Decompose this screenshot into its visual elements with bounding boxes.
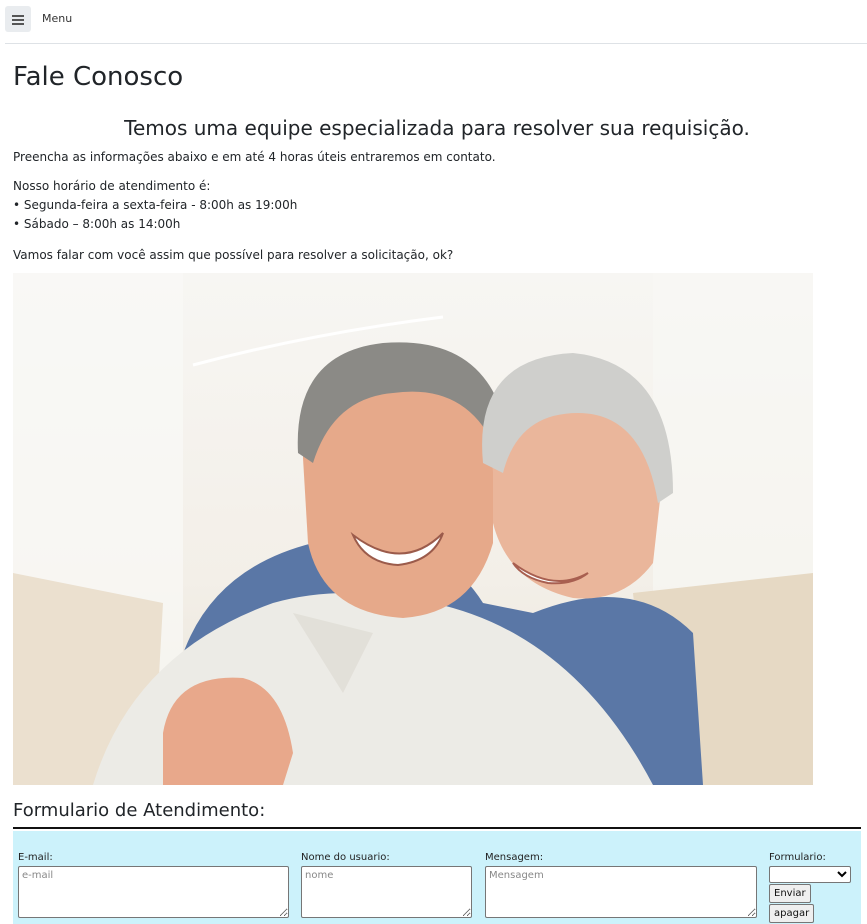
menu-label[interactable]: Menu bbox=[42, 12, 72, 25]
form-title: Formulario de Atendimento: bbox=[13, 800, 266, 821]
name-label: Nome do usuario: bbox=[301, 852, 390, 863]
hamburger-icon-line bbox=[12, 19, 24, 21]
page-subtitle: Temos uma equipe especializada para reso… bbox=[124, 116, 750, 140]
hours-weekdays: • Segunda-feira a sexta-feira - 8:00h as… bbox=[13, 198, 298, 212]
message-label: Mensagem: bbox=[485, 852, 544, 863]
hamburger-menu-button[interactable] bbox=[5, 6, 31, 32]
page-title: Fale Conosco bbox=[13, 62, 184, 92]
intro-text: Preencha as informações abaixo e em até … bbox=[13, 150, 496, 164]
couple-photo bbox=[13, 273, 813, 785]
form-type-label: Formulario: bbox=[769, 852, 826, 863]
name-field[interactable] bbox=[301, 866, 472, 918]
form-divider bbox=[13, 827, 861, 829]
contact-form: E-mail: Nome do usuario: Mensagem: Formu… bbox=[13, 831, 861, 924]
hamburger-icon-line bbox=[12, 15, 24, 17]
email-label: E-mail: bbox=[18, 852, 53, 863]
closing-text: Vamos falar com você assim que possível … bbox=[13, 248, 454, 262]
email-field[interactable] bbox=[18, 866, 289, 918]
submit-button[interactable]: Enviar bbox=[769, 884, 811, 903]
hours-saturday: • Sábado – 8:00h as 14:00h bbox=[13, 217, 181, 231]
couple-illustration bbox=[13, 273, 813, 785]
message-field[interactable] bbox=[485, 866, 757, 918]
hamburger-icon-line bbox=[12, 23, 24, 25]
hours-title: Nosso horário de atendimento é: bbox=[13, 179, 211, 193]
reset-button[interactable]: apagar bbox=[769, 904, 815, 923]
top-navbar: Menu bbox=[5, 0, 867, 44]
form-type-select[interactable] bbox=[769, 866, 851, 883]
